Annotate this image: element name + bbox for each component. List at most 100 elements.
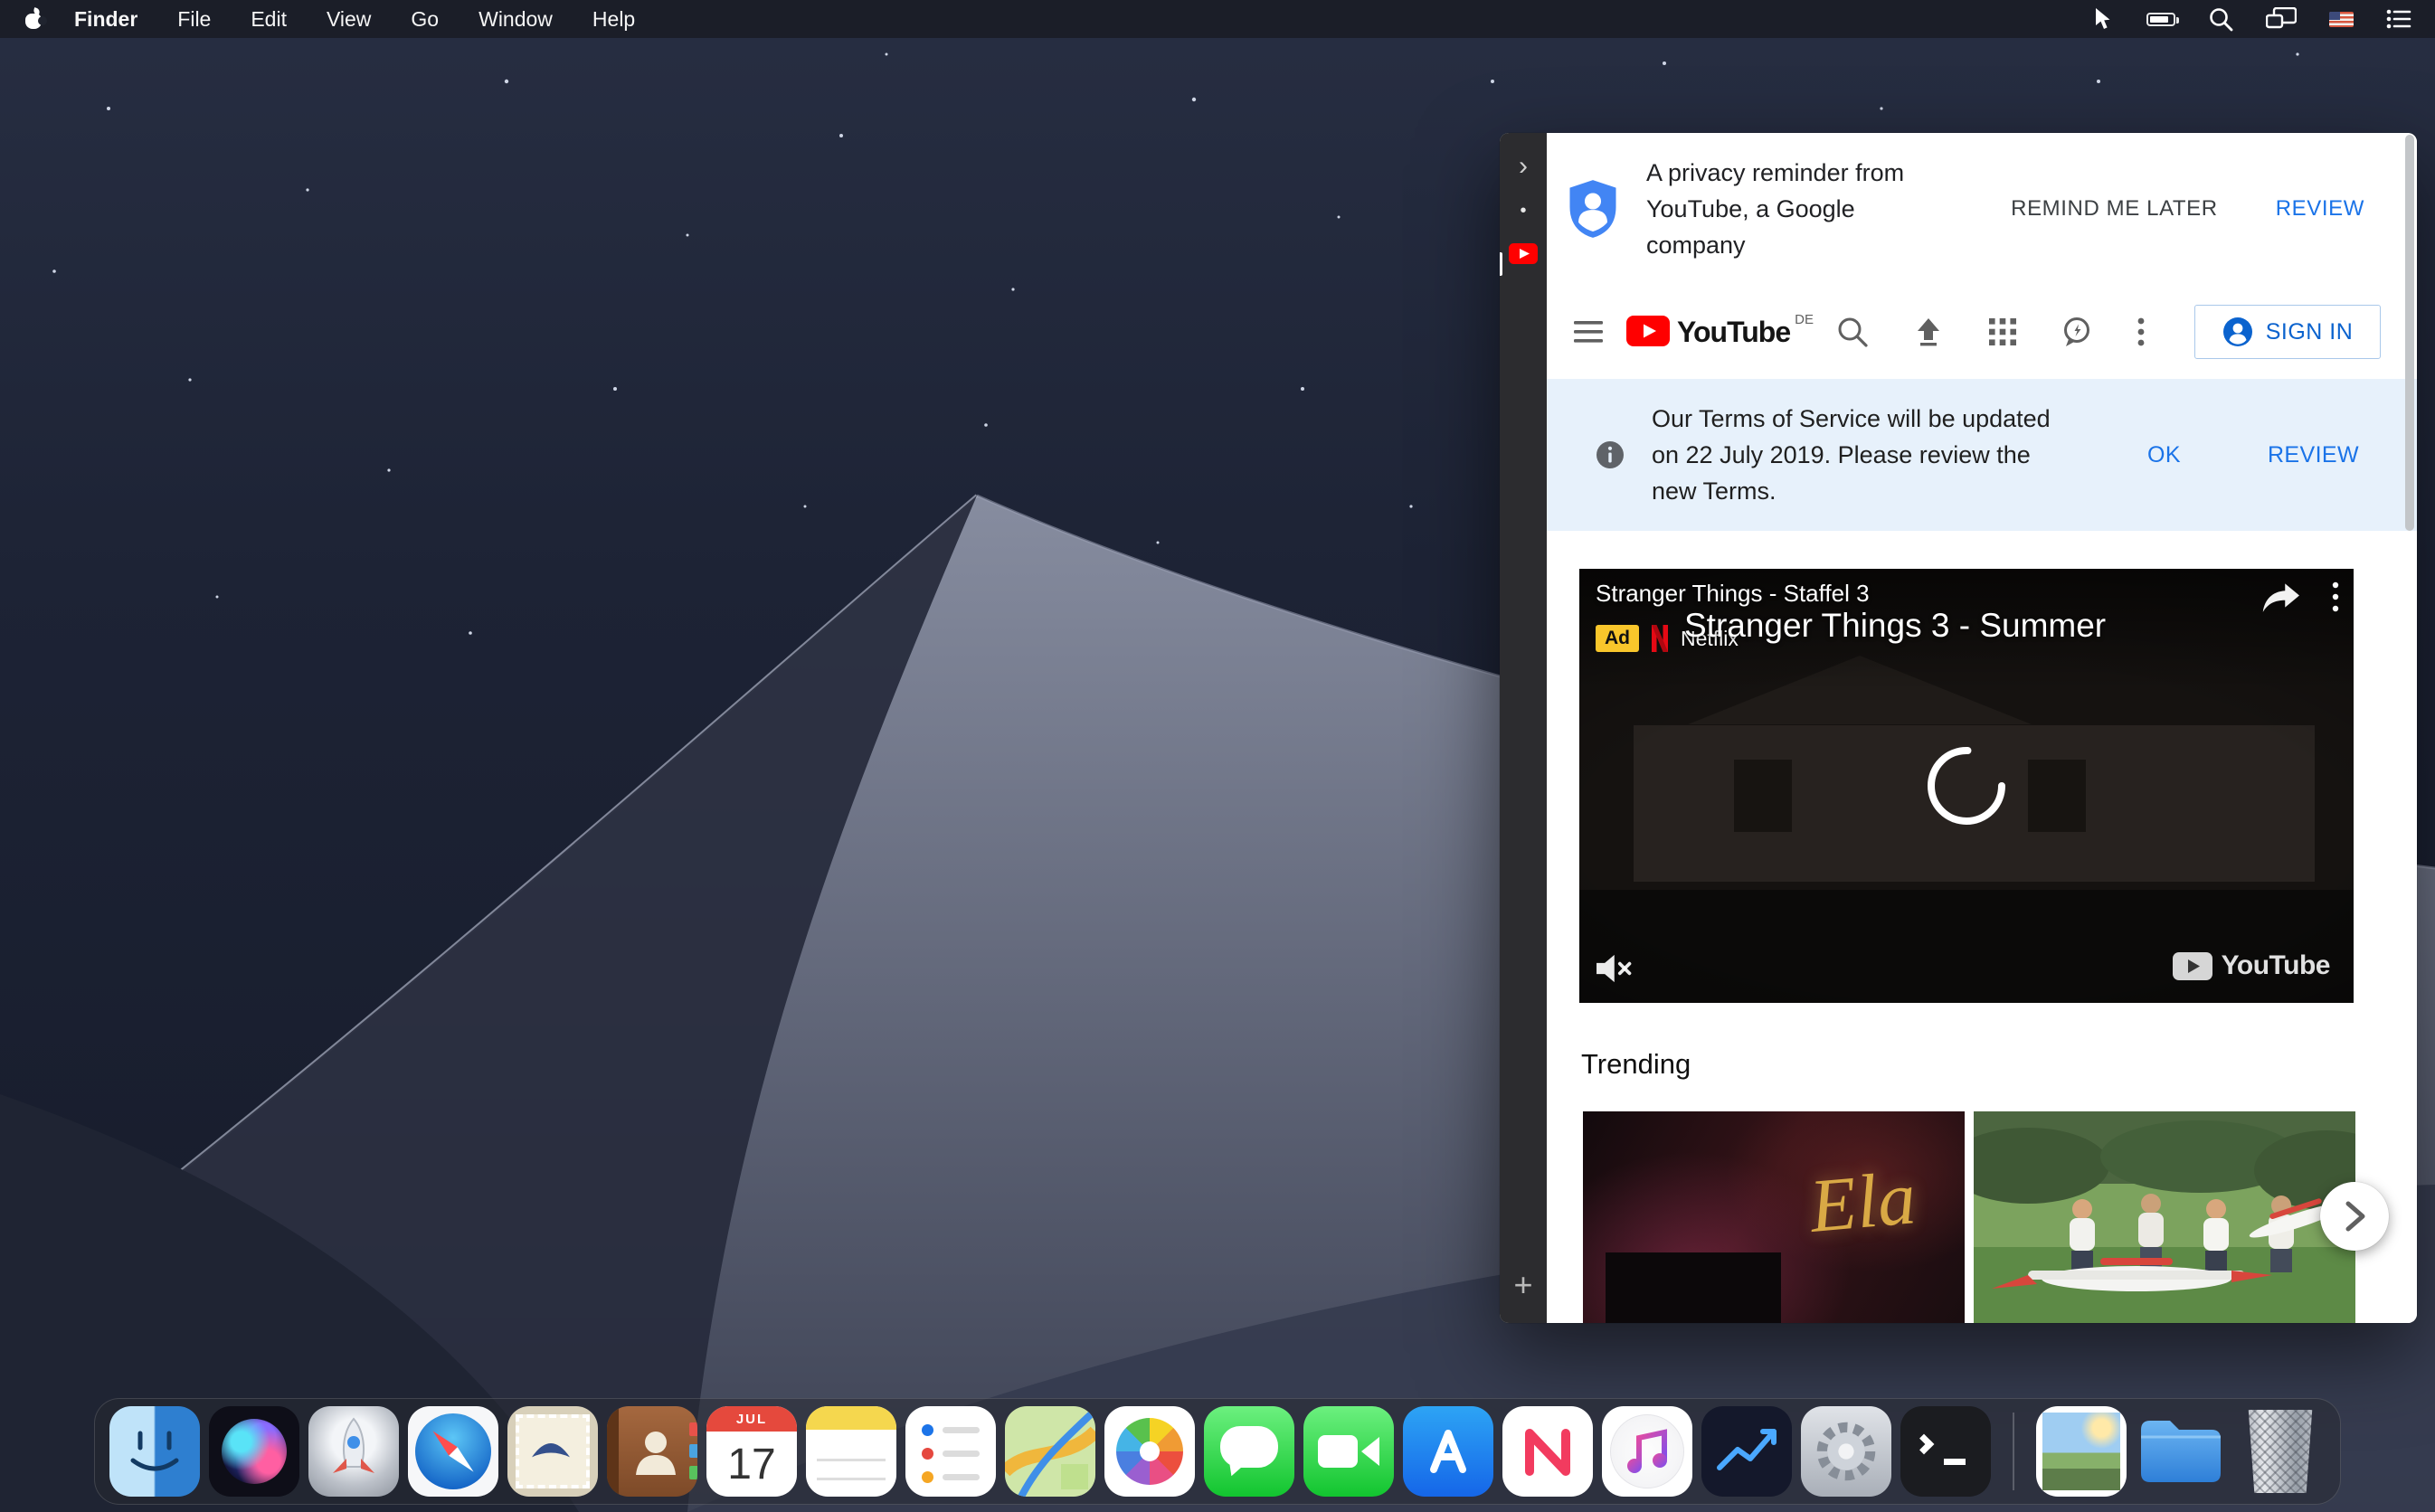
- dock-app-store[interactable]: [1403, 1406, 1493, 1497]
- keyboard-us-flag-icon[interactable]: [2329, 5, 2354, 33]
- calendar-day: 17: [706, 1432, 797, 1497]
- dock-siri[interactable]: [209, 1406, 299, 1497]
- menu-help[interactable]: Help: [592, 7, 635, 32]
- dock-mail[interactable]: [507, 1406, 598, 1497]
- search-icon[interactable]: [1837, 317, 1868, 347]
- youtube-header: YouTube DE: [1547, 285, 2417, 379]
- apple-menu-icon[interactable]: [24, 9, 43, 29]
- menu-view[interactable]: View: [327, 7, 371, 32]
- region-badge: DE: [1795, 312, 1814, 327]
- dock-system-preferences[interactable]: [1801, 1406, 1891, 1497]
- remind-me-later-button[interactable]: REMIND ME LATER: [2011, 196, 2218, 222]
- dock-divider: [2013, 1413, 2014, 1490]
- privacy-review-button[interactable]: REVIEW: [2276, 196, 2364, 222]
- messages-icon[interactable]: [2061, 317, 2092, 347]
- stamp-icon: [516, 1414, 590, 1488]
- active-tab-indicator: [1500, 252, 1502, 276]
- menu-go[interactable]: Go: [411, 7, 439, 32]
- trash-icon: [2243, 1410, 2317, 1493]
- ad-show-title: Stranger Things - Staffel 3: [1596, 580, 1870, 608]
- sign-in-button[interactable]: SIGN IN: [2194, 305, 2381, 359]
- youtube-favicon[interactable]: [1509, 243, 1538, 269]
- compass-icon: [415, 1413, 491, 1489]
- add-tab-button[interactable]: +: [1513, 1269, 1532, 1301]
- panel-tab-strip: › • +: [1500, 133, 1547, 1323]
- apps-grid-icon[interactable]: [1989, 318, 2016, 345]
- dock-itunes[interactable]: [1602, 1406, 1692, 1497]
- menu-file[interactable]: File: [177, 7, 211, 32]
- kebab-menu-icon[interactable]: [2137, 317, 2145, 346]
- terms-ok-button[interactable]: OK: [2147, 442, 2181, 468]
- active-app-name[interactable]: Finder: [74, 7, 137, 32]
- dock-launchpad[interactable]: [308, 1406, 399, 1497]
- trending-heading: Trending: [1581, 1048, 2417, 1081]
- trending-thumbnail-2[interactable]: [1974, 1111, 2355, 1323]
- collapse-panel-icon[interactable]: ›: [1519, 153, 1528, 180]
- calendar-month: JUL: [706, 1406, 797, 1432]
- hamburger-menu-icon[interactable]: [1574, 320, 1605, 344]
- dock-pictures[interactable]: [2036, 1406, 2127, 1497]
- youtube-watermark: YouTube: [2173, 950, 2330, 981]
- music-note-icon: [1610, 1414, 1684, 1488]
- terms-review-button[interactable]: REVIEW: [2268, 442, 2359, 468]
- siri-orb-icon: [222, 1419, 287, 1484]
- dock-contacts[interactable]: [607, 1406, 697, 1497]
- dock-photos[interactable]: [1104, 1406, 1195, 1497]
- account-icon: [2222, 317, 2253, 347]
- menu-edit[interactable]: Edit: [251, 7, 287, 32]
- scrollbar-thumb[interactable]: [2405, 135, 2414, 531]
- muted-speaker-icon[interactable]: [1594, 950, 1634, 987]
- privacy-banner: A privacy reminder from YouTube, a Googl…: [1547, 133, 2417, 285]
- dock: JUL 17: [94, 1398, 2341, 1505]
- dock-trash[interactable]: [2235, 1406, 2326, 1497]
- chevron-right-icon: [2341, 1198, 2368, 1234]
- menu-window[interactable]: Window: [478, 7, 553, 32]
- ad-badge: Ad: [1596, 625, 1639, 652]
- trending-thumbnail-1[interactable]: Ela: [1583, 1111, 1965, 1323]
- player-kebab-menu-icon[interactable]: [2332, 581, 2339, 612]
- ad-video-title: Stranger Things 3 - Summer: [1684, 607, 2106, 645]
- menu-bar: Finder File Edit View Go Window Help: [0, 0, 2435, 38]
- carousel-next-button[interactable]: [2320, 1182, 2389, 1251]
- youtube-wordmark: YouTube: [1677, 316, 1790, 348]
- netflix-logo-icon: [1650, 625, 1670, 652]
- dock-news[interactable]: [1502, 1406, 1593, 1497]
- upload-icon[interactable]: [1913, 317, 1944, 347]
- terms-message: Our Terms of Service will be updated on …: [1652, 401, 2077, 509]
- pointer-icon[interactable]: [2092, 5, 2114, 33]
- terms-notice: Our Terms of Service will be updated on …: [1547, 379, 2417, 531]
- browser-side-panel: › • + A privacy reminder from YouTube, a…: [1500, 133, 2417, 1323]
- youtube-logo[interactable]: YouTube DE: [1626, 316, 1814, 348]
- dock-calendar[interactable]: JUL 17: [706, 1406, 797, 1497]
- dock-reminders[interactable]: [905, 1406, 996, 1497]
- dock-notes[interactable]: [806, 1406, 896, 1497]
- video-camera-icon: [1318, 1435, 1358, 1468]
- thumbnail-caption: Ela: [1806, 1154, 1919, 1251]
- dock-maps[interactable]: [1005, 1406, 1095, 1497]
- displays-icon[interactable]: [2266, 5, 2297, 33]
- photo-icon: [2042, 1413, 2120, 1490]
- dock-facetime[interactable]: [1303, 1406, 1394, 1497]
- dock-finder[interactable]: [109, 1406, 200, 1497]
- privacy-shield-icon: [1565, 178, 1621, 240]
- youtube-play-icon: [1626, 316, 1670, 346]
- video-player[interactable]: Stranger Things - Staffel 3 Ad Netflix S…: [1579, 569, 2354, 1003]
- dock-terminal[interactable]: [1900, 1406, 1991, 1497]
- battery-icon[interactable]: [2146, 5, 2175, 33]
- privacy-message: A privacy reminder from YouTube, a Googl…: [1646, 155, 1922, 263]
- panel-content: A privacy reminder from YouTube, a Googl…: [1547, 133, 2417, 1323]
- dock-safari[interactable]: [408, 1406, 498, 1497]
- share-icon[interactable]: [2261, 583, 2299, 614]
- prompt-icon: [1914, 1434, 1935, 1455]
- sign-in-label: SIGN IN: [2266, 319, 2354, 345]
- dock-messages[interactable]: [1204, 1406, 1294, 1497]
- tab-dot[interactable]: •: [1520, 202, 1526, 220]
- list-icon[interactable]: [2386, 5, 2411, 33]
- loading-spinner: [1923, 742, 2010, 829]
- folder-icon: [2136, 1406, 2226, 1488]
- gear-icon: [1807, 1413, 1885, 1490]
- dock-stocks[interactable]: [1701, 1406, 1792, 1497]
- spotlight-search-icon[interactable]: [2208, 5, 2233, 33]
- info-icon: [1596, 440, 1625, 469]
- dock-downloads[interactable]: [2136, 1406, 2226, 1497]
